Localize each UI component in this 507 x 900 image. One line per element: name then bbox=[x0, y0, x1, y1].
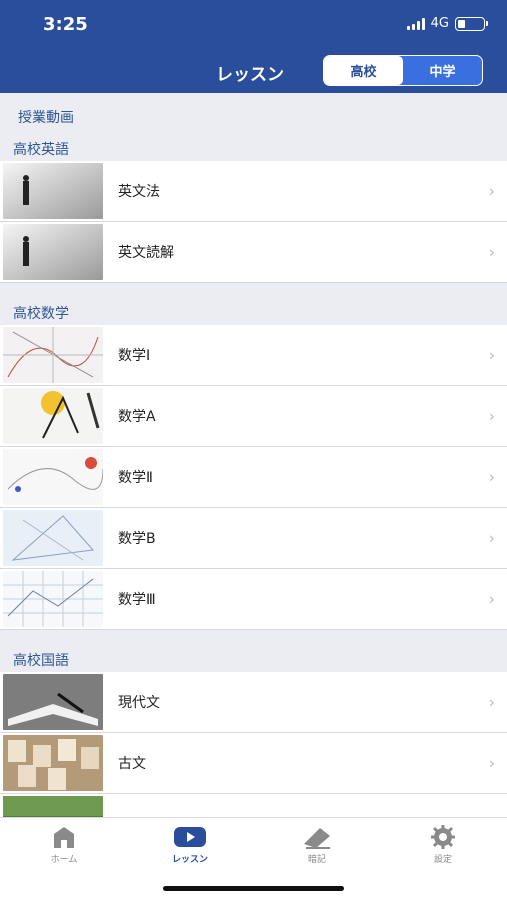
home-icon bbox=[54, 827, 74, 848]
chevron-right-icon: › bbox=[488, 181, 495, 201]
list-item-partial[interactable]: › bbox=[0, 794, 507, 817]
segment-high-school[interactable]: 高校 bbox=[324, 56, 403, 85]
item-label: 古文 bbox=[118, 756, 146, 772]
status-indicators: 4G bbox=[406, 16, 488, 31]
chevron-right-icon: › bbox=[488, 692, 495, 712]
item-label: 数学A bbox=[118, 409, 156, 425]
list-item-math-a[interactable]: 数学A › bbox=[0, 386, 507, 447]
gear-icon bbox=[431, 825, 455, 849]
home-indicator bbox=[163, 886, 344, 891]
thumbnail-cards-icon bbox=[3, 735, 103, 791]
eraser-icon bbox=[304, 828, 330, 849]
list-item-math-3[interactable]: 数学Ⅲ › bbox=[0, 569, 507, 630]
item-label: 数学Ⅲ bbox=[118, 592, 156, 608]
section-header-english: 高校英語 bbox=[13, 142, 69, 158]
thumbnail-person-icon bbox=[3, 224, 103, 280]
chevron-right-icon: › bbox=[488, 242, 495, 262]
section-header-math: 高校数学 bbox=[13, 306, 69, 322]
lesson-videos-label: 授業動画 bbox=[18, 110, 74, 126]
list-item-math-b[interactable]: 数学B › bbox=[0, 508, 507, 569]
item-label: 現代文 bbox=[118, 695, 160, 711]
item-label: 数学Ⅰ bbox=[118, 348, 151, 364]
thumbnail-graph-icon bbox=[3, 327, 103, 383]
tab-memorize[interactable]: 暗記 bbox=[267, 824, 367, 865]
battery-icon bbox=[455, 16, 488, 31]
chevron-right-icon: › bbox=[488, 528, 495, 548]
tab-label: レッスン bbox=[171, 855, 208, 865]
item-label: 英文法 bbox=[118, 184, 160, 200]
tab-label: ホーム bbox=[50, 855, 78, 865]
thumbnail-book-icon bbox=[3, 674, 103, 730]
status-time: 3:25 bbox=[43, 14, 88, 35]
tab-label: 設定 bbox=[433, 855, 452, 865]
thumbnail-grid-icon bbox=[3, 571, 103, 627]
segment-junior-high[interactable]: 中学 bbox=[403, 56, 482, 85]
thumbnail-chart-icon bbox=[3, 449, 103, 505]
item-label: 数学Ⅱ bbox=[118, 470, 153, 486]
thumbnail-grass-icon bbox=[3, 796, 103, 817]
list-item-classical-japanese[interactable]: 古文 › bbox=[0, 733, 507, 794]
chevron-right-icon: › bbox=[488, 467, 495, 487]
item-label: 数学B bbox=[118, 531, 156, 547]
thumbnail-person-icon bbox=[3, 163, 103, 219]
section-header-japanese: 高校国語 bbox=[13, 653, 69, 669]
network-label: 4G bbox=[430, 16, 449, 31]
list-item-math-2[interactable]: 数学Ⅱ › bbox=[0, 447, 507, 508]
header: 3:25 4G レッスン 高校 中学 bbox=[0, 0, 507, 93]
chevron-right-icon: › bbox=[488, 753, 495, 773]
item-label: 英文読解 bbox=[118, 245, 174, 261]
list-item-english-reading[interactable]: 英文読解 › bbox=[0, 222, 507, 283]
school-segment-control[interactable]: 高校 中学 bbox=[323, 55, 483, 86]
chevron-right-icon: › bbox=[488, 345, 495, 365]
thumbnail-compass-icon bbox=[3, 388, 103, 444]
chevron-right-icon: › bbox=[488, 406, 495, 426]
list-item-english-grammar[interactable]: 英文法 › bbox=[0, 161, 507, 222]
nav-title: レッスン bbox=[216, 65, 284, 85]
chevron-right-icon: › bbox=[488, 589, 495, 609]
play-icon bbox=[174, 827, 206, 847]
tab-lesson[interactable]: レッスン bbox=[140, 824, 240, 865]
tab-settings[interactable]: 設定 bbox=[393, 824, 493, 865]
list-item-modern-japanese[interactable]: 現代文 › bbox=[0, 672, 507, 733]
lesson-list[interactable]: 授業動画 高校英語 英文法 › 英文読解 › 高校数学 数学Ⅰ › 数学A › … bbox=[0, 93, 507, 817]
signal-icon bbox=[406, 17, 425, 30]
list-item-math-1[interactable]: 数学Ⅰ › bbox=[0, 325, 507, 386]
tab-home[interactable]: ホーム bbox=[14, 824, 114, 865]
tab-label: 暗記 bbox=[307, 855, 326, 865]
thumbnail-geometry-icon bbox=[3, 510, 103, 566]
